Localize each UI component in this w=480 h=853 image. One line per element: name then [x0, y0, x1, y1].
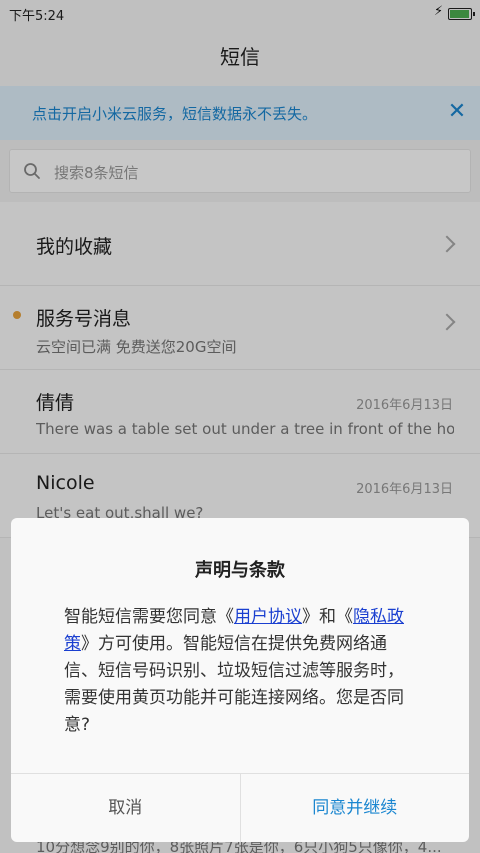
dialog-button-bar: 取消 同意并继续 — [11, 773, 469, 842]
dialog-body-text: 》方可使用。智能短信在提供免费网络通信、短信号码识别、垃圾短信过滤等服务时，需要… — [64, 634, 404, 735]
dialog-body: 智能短信需要您同意《用户协议》和《隐私政策》方可使用。智能短信在提供免费网络通信… — [64, 604, 414, 739]
dialog-body-text: 智能短信需要您同意《 — [64, 607, 234, 627]
cancel-button[interactable]: 取消 — [11, 774, 241, 842]
dialog-title: 声明与条款 — [195, 560, 285, 581]
user-agreement-link[interactable]: 用户协议 — [234, 607, 302, 627]
dialog-body-text: 》和《 — [302, 607, 353, 627]
agree-continue-button[interactable]: 同意并继续 — [241, 774, 470, 842]
terms-dialog: 声明与条款 智能短信需要您同意《用户协议》和《隐私政策》方可使用。智能短信在提供… — [11, 518, 469, 842]
